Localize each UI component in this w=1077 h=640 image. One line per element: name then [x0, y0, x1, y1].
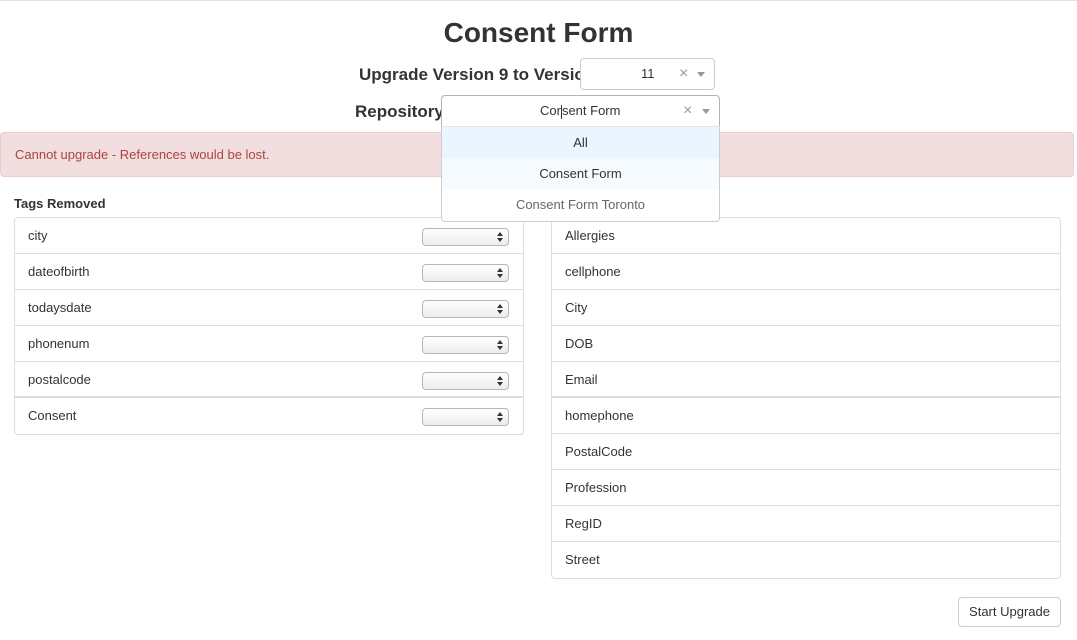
list-item: Consent [15, 398, 523, 434]
down-arrow-icon [497, 418, 503, 422]
start-upgrade-button[interactable]: Start Upgrade [958, 597, 1061, 627]
list-item: City [552, 290, 1060, 326]
down-arrow-icon [497, 310, 503, 314]
tag-name: Consent [28, 408, 77, 423]
list-item: cellphone [552, 254, 1060, 290]
tag-mapping-select[interactable] [422, 336, 509, 354]
tag-mapping-select[interactable] [422, 300, 509, 318]
list-item: Profession [552, 470, 1060, 506]
tags-removed-heading: Tags Removed [14, 196, 106, 211]
down-arrow-icon [497, 382, 503, 386]
chevron-down-icon[interactable] [702, 109, 710, 114]
upgrade-version-label: Upgrade Version 9 to Version [359, 65, 596, 84]
list-item: Allergies [552, 218, 1060, 254]
up-down-arrows-icon [497, 232, 503, 236]
target-version-value: 11 [641, 66, 655, 81]
list-item: city [15, 218, 523, 254]
repository-select[interactable]: Corsent Form × [441, 95, 720, 127]
top-divider [0, 0, 1077, 1]
up-down-arrows-icon [497, 268, 503, 272]
close-icon[interactable]: × [683, 96, 692, 126]
list-item: Email [552, 362, 1060, 398]
page-title: Consent Form [443, 17, 634, 48]
down-arrow-icon [497, 346, 503, 350]
list-item: homephone [552, 398, 1060, 434]
up-down-arrows-icon [497, 376, 503, 380]
list-item: phonenum [15, 326, 523, 362]
list-item: PostalCode [552, 434, 1060, 470]
list-item: RegID [552, 506, 1060, 542]
list-item: dateofbirth [15, 254, 523, 290]
up-down-arrows-icon [497, 340, 503, 344]
down-arrow-icon [497, 274, 503, 278]
tags-added-list: Allergies cellphone City DOB Email homep… [551, 217, 1061, 579]
repository-dropdown-menu: All Consent Form Consent Form Toronto [441, 126, 720, 222]
option-all[interactable]: All [442, 127, 719, 158]
list-item: todaysdate [15, 290, 523, 326]
repository-search-input[interactable]: Corsent Form [540, 96, 630, 126]
tag-name: postalcode [28, 372, 91, 387]
repository-label: Repository [355, 102, 444, 121]
tag-name: city [28, 228, 48, 243]
tag-name: phonenum [28, 336, 90, 351]
option-consent-form[interactable]: Consent Form [442, 158, 719, 189]
tags-removed-list: city dateofbirth todaysdate phonenum pos… [14, 217, 524, 435]
tag-mapping-select[interactable] [422, 408, 509, 426]
tag-mapping-select[interactable] [422, 372, 509, 390]
down-arrow-icon [497, 238, 503, 242]
option-consent-form-toronto[interactable]: Consent Form Toronto [442, 189, 719, 220]
up-down-arrows-icon [497, 304, 503, 308]
tag-name: dateofbirth [28, 264, 90, 279]
tag-mapping-select[interactable] [422, 228, 509, 246]
target-version-select[interactable]: 11 × [580, 58, 715, 90]
list-item: DOB [552, 326, 1060, 362]
tag-mapping-select[interactable] [422, 264, 509, 282]
list-item: Street [565, 552, 600, 567]
tag-name: todaysdate [28, 300, 92, 315]
list-item: postalcode [15, 362, 523, 398]
up-down-arrows-icon [497, 412, 503, 416]
chevron-down-icon[interactable] [697, 72, 705, 77]
close-icon[interactable]: × [679, 59, 688, 89]
